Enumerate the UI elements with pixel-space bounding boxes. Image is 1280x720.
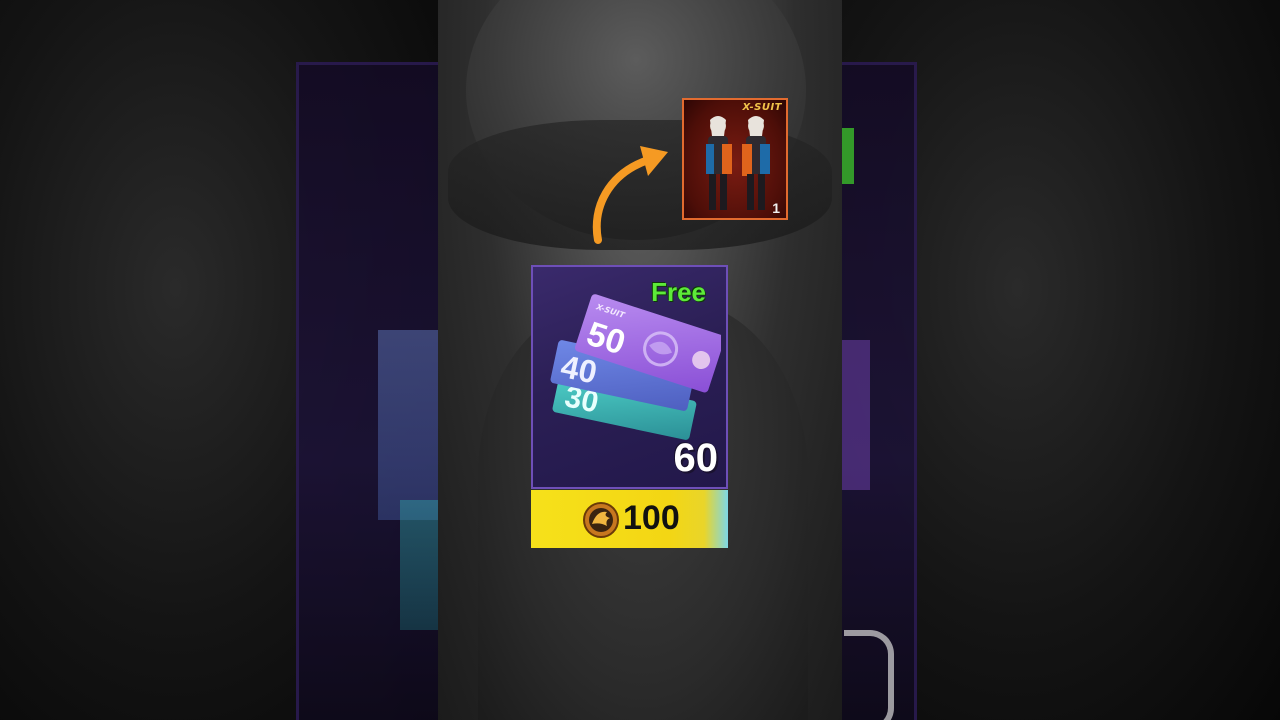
reward-badge-label: X-SUIT xyxy=(742,102,782,113)
offer-quantity: 60 xyxy=(673,436,719,480)
reward-item-card[interactable]: X-SUIT 1 xyxy=(682,98,788,220)
x-suit-figure-icon xyxy=(706,116,732,210)
blurred-number-right xyxy=(844,630,894,720)
video-frame: X-SUIT 1 Free 30 40 X-SUIT 50 60 100 xyxy=(0,0,1280,720)
blurred-tag-right xyxy=(842,128,854,184)
reward-count: 1 xyxy=(772,200,780,216)
price-amount: 100 xyxy=(623,499,680,537)
dragon-coin-icon xyxy=(583,502,619,538)
blurred-ticket-left-2 xyxy=(400,500,440,630)
offer-item-card[interactable]: Free 30 40 X-SUIT 50 60 xyxy=(531,265,728,489)
buy-button[interactable]: 100 xyxy=(531,490,728,548)
blurred-ticket-left xyxy=(378,330,440,520)
curved-arrow-icon xyxy=(592,146,668,244)
x-suit-ticket-icon: 30 40 X-SUIT 50 xyxy=(550,294,721,440)
x-suit-figure-icon xyxy=(742,116,770,210)
blurred-ticket-right xyxy=(842,340,870,490)
